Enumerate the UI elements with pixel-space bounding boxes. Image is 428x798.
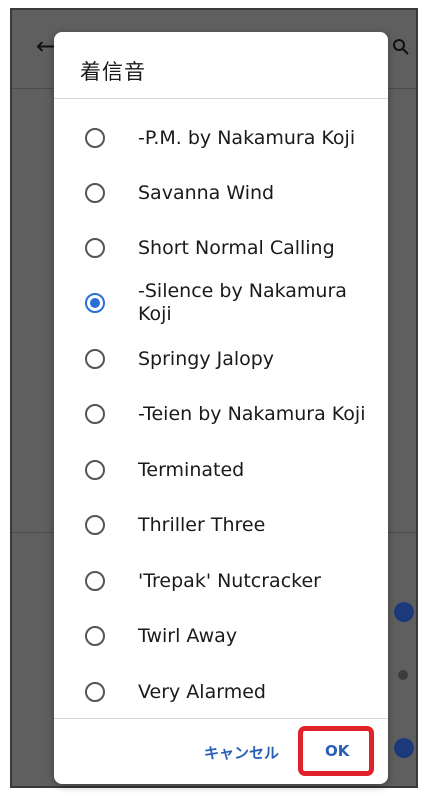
radio-button[interactable]	[85, 571, 105, 591]
ringtone-label: Savanna Wind	[138, 181, 275, 204]
ringtone-label: Short Normal Calling	[138, 236, 335, 259]
ok-button[interactable]: OK	[325, 742, 349, 760]
radio-button[interactable]	[85, 349, 105, 369]
ringtone-label: Twirl Away	[138, 624, 238, 647]
ringtone-label: Very Alarmed	[138, 680, 266, 703]
radio-button[interactable]	[85, 515, 105, 535]
radio-button[interactable]	[85, 460, 105, 480]
ringtone-label: Springy Jalopy	[138, 347, 275, 370]
actions-divider	[54, 718, 388, 719]
radio-button[interactable]	[85, 238, 105, 258]
dialog-title: 着信音	[80, 60, 146, 84]
search-icon[interactable]	[392, 38, 410, 56]
radio-button[interactable]	[85, 128, 105, 148]
ringtone-label: Terminated	[138, 458, 245, 481]
background-toggle[interactable]	[394, 602, 414, 622]
ringtone-list[interactable]: -P.M. by Nakamura Koji Savanna Wind Shor…	[54, 98, 388, 718]
ringtone-label: -Teien by Nakamura Koji	[138, 402, 366, 425]
ringtone-label: 'Trepak' Nutcracker	[138, 569, 321, 592]
background-toggle[interactable]	[394, 738, 414, 758]
radio-button[interactable]	[85, 183, 105, 203]
ringtone-dialog: 着信音 -P.M. by Nakamura Koji Savanna Wind …	[54, 32, 388, 784]
radio-button-checked[interactable]	[85, 293, 105, 313]
background-toggle-off[interactable]	[398, 670, 408, 680]
ringtone-label: Thriller Three	[138, 513, 266, 536]
radio-button[interactable]	[85, 682, 105, 702]
radio-button[interactable]	[85, 626, 105, 646]
ringtone-label: -Silence by Nakamura Koji	[138, 280, 347, 325]
radio-button[interactable]	[85, 404, 105, 424]
cancel-button[interactable]: キャンセル	[204, 742, 279, 763]
ringtone-label: -P.M. by Nakamura Koji	[138, 126, 356, 149]
